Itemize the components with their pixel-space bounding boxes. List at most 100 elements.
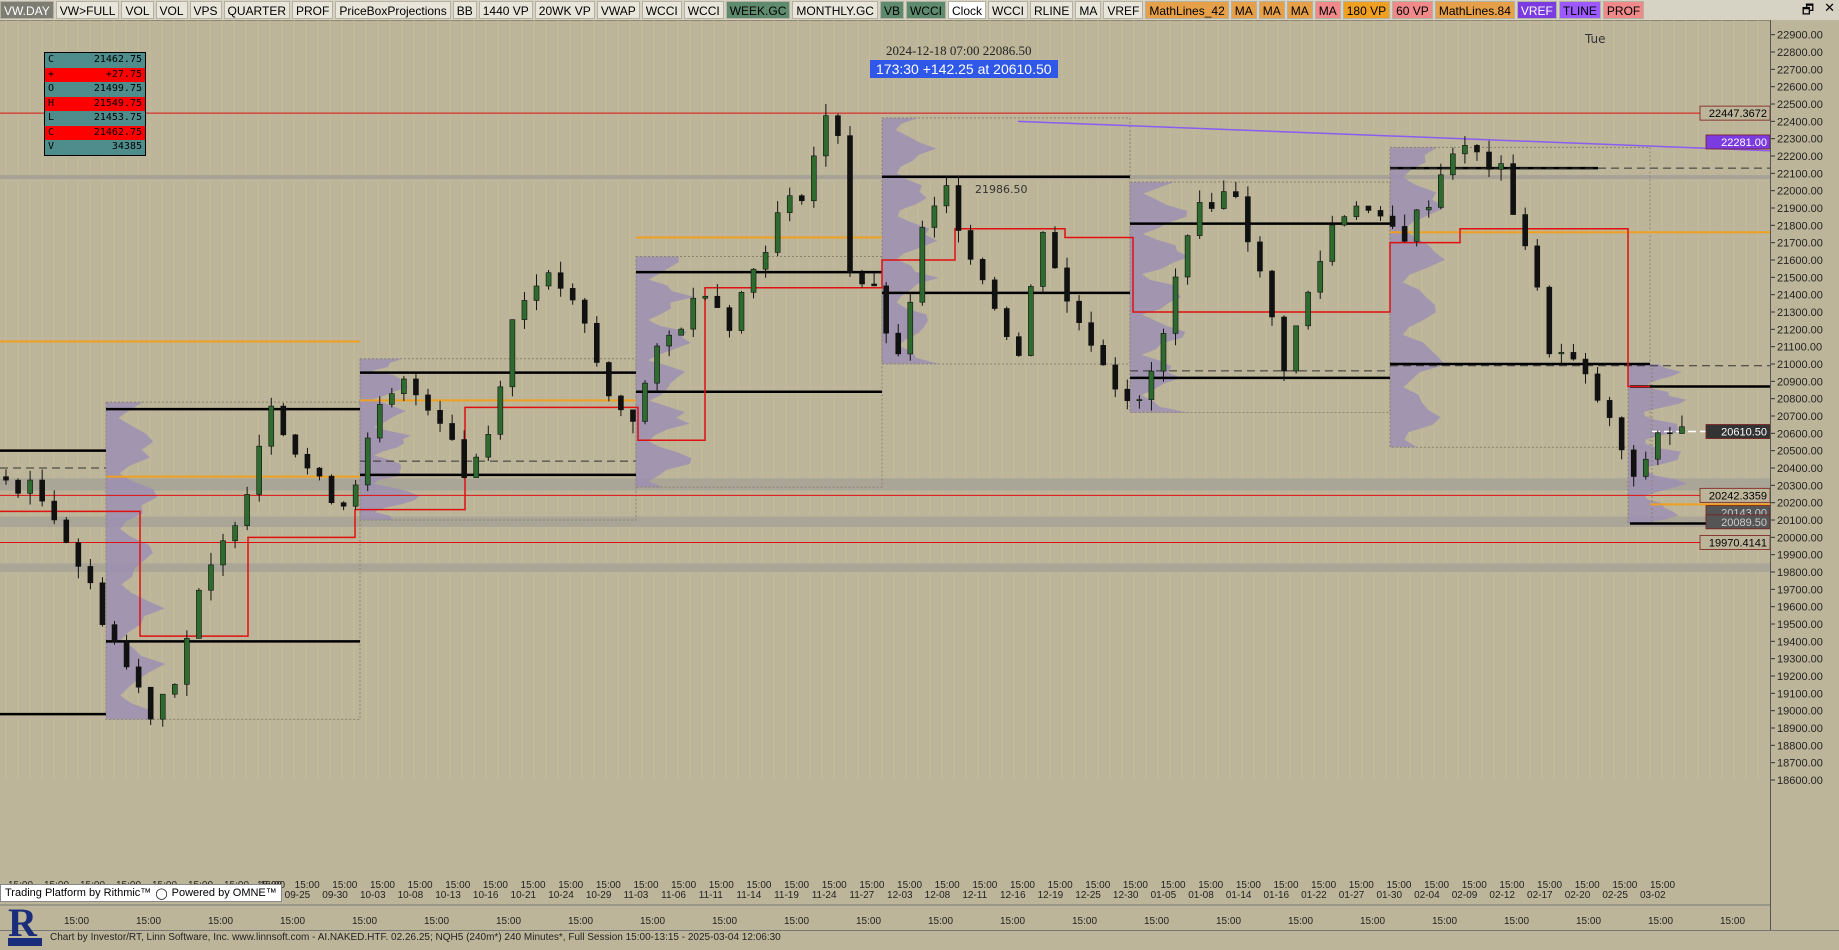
price-tick-label: 21800.00: [1777, 220, 1823, 232]
toolbar-button-ma[interactable]: MA: [1286, 1, 1313, 19]
candle: [811, 155, 817, 202]
toolbar-button-wcci[interactable]: WCCI: [905, 1, 946, 19]
candle: [798, 195, 805, 202]
toolbar-button-wcci[interactable]: WCCI: [641, 1, 682, 19]
time-axis-time: 15:00: [445, 880, 470, 891]
toolbar-button-vol[interactable]: VOL: [121, 1, 154, 19]
candle: [1064, 267, 1070, 302]
toolbar-button-wcci[interactable]: WCCI: [683, 1, 724, 19]
price-tick-label: 22300.00: [1777, 134, 1823, 146]
time-axis-date: 10-08: [398, 890, 424, 901]
price-tag: 22281.00: [1705, 134, 1770, 150]
candle: [1208, 202, 1215, 209]
ohlc-key: +: [48, 68, 55, 80]
toolbar-button-ma[interactable]: MA: [1230, 1, 1257, 19]
ohlc-row: C 21462.75: [45, 125, 145, 140]
price-tick-label: 19300.00: [1777, 654, 1823, 666]
toolbar-button-tline[interactable]: TLINE: [1558, 1, 1601, 19]
time-axis-date: 02-12: [1489, 890, 1515, 901]
time-axis-date: 02-20: [1565, 890, 1591, 901]
toolbar-button-vref[interactable]: VREF: [1103, 1, 1144, 19]
price-tick-label: 20700.00: [1777, 411, 1823, 423]
ohlc-row: C 21462.75: [45, 53, 145, 68]
toolbar-button-ma[interactable]: MA: [1075, 1, 1102, 19]
toolbar-button-vref[interactable]: VREF: [1516, 1, 1557, 19]
candle: [75, 542, 82, 567]
candle: [1015, 336, 1022, 356]
toolbar-button-mathlines-42[interactable]: MathLines_42: [1145, 1, 1229, 19]
inline-price-label: 21986.50: [975, 183, 1028, 196]
chart-status-text: Chart by Investor/RT, Linn Software, Inc…: [50, 932, 781, 943]
toolbar-button-20wk-vp[interactable]: 20WK VP: [534, 1, 595, 19]
toolbar-button-60-vp[interactable]: 60 VP: [1392, 1, 1433, 19]
candle: [678, 328, 685, 336]
time-axis-bottom-time: 15:00: [1144, 916, 1169, 927]
toolbar-button-clock[interactable]: Clock: [947, 1, 986, 19]
time-axis-time: 15:00: [671, 880, 696, 891]
toolbar-button-ma[interactable]: MA: [1314, 1, 1341, 19]
toolbar-button-vw-day[interactable]: VW.DAY: [0, 1, 54, 19]
candle: [738, 292, 745, 331]
candle: [702, 295, 709, 299]
toolbar-button-180-vp[interactable]: 180 VP: [1342, 1, 1391, 19]
toolbar-button-mathlines-84[interactable]: MathLines.84: [1434, 1, 1515, 19]
time-axis-time: 15:00: [1048, 880, 1073, 891]
candle: [630, 409, 636, 422]
toolbar-button-prof[interactable]: PROF: [1602, 1, 1645, 19]
price-tick-label: 19700.00: [1777, 584, 1823, 596]
volume-profiles: [105, 117, 1688, 720]
toolbar-button-vps[interactable]: VPS: [189, 1, 222, 19]
price-tick-label: 22800.00: [1777, 47, 1823, 59]
toolbar-button-bb[interactable]: BB: [452, 1, 477, 19]
candle: [256, 445, 263, 495]
price-tick-label: 19600.00: [1777, 602, 1823, 614]
trend-line: [1017, 120, 1770, 152]
time-axis-time: 15:00: [1236, 880, 1261, 891]
candle: [1317, 261, 1324, 293]
price-chart[interactable]: 21986.50 22447.3672 22281.00 20610.50 20242.…: [0, 20, 1770, 930]
price-tag-label: 20242.3359: [1709, 490, 1767, 502]
candle: [955, 185, 962, 231]
candle: [244, 494, 250, 526]
candle: [1184, 235, 1191, 278]
toolbar-button-quarter[interactable]: QUARTER: [223, 1, 290, 19]
time-axis-time: 15:00: [1349, 880, 1374, 891]
toolbar-button-vol[interactable]: VOL: [155, 1, 188, 19]
candle: [99, 582, 106, 625]
omne-label: Powered by OMNE™: [171, 887, 277, 899]
time-axis-date: 10-21: [511, 890, 537, 901]
toolbar-button-vb[interactable]: VB: [879, 1, 904, 19]
time-axis-bottom-time: 15:00: [352, 916, 377, 927]
price-tag: 20089.50: [1705, 514, 1770, 530]
time-axis-bottom-time: 15:00: [496, 916, 521, 927]
candle: [1052, 232, 1058, 269]
candle: [1389, 215, 1396, 227]
time-axis-bottom-time: 15:00: [568, 916, 593, 927]
toolbar-button-wcci[interactable]: WCCI: [988, 1, 1028, 19]
toolbar-button-monthly-gc[interactable]: MONTHLY.GC: [792, 1, 878, 19]
candle: [1172, 276, 1179, 334]
candle: [1679, 426, 1685, 434]
candle: [726, 307, 733, 331]
price-axis[interactable]: 22900.00 22800.00 22700.00 22600.00 22500.00…: [1770, 20, 1839, 930]
toolbar-button-ma[interactable]: MA: [1258, 1, 1285, 19]
toolbar-button-prof[interactable]: PROF: [291, 1, 334, 19]
toolbar-button-vwap[interactable]: VWAP: [596, 1, 640, 19]
candle: [364, 437, 371, 486]
price-tick-label: 18600.00: [1777, 775, 1823, 787]
time-axis-time: 15:00: [1198, 880, 1223, 891]
time-axis-bottom-time: 15:00: [64, 916, 89, 927]
time-axis-date: 12-16: [1000, 890, 1026, 901]
rithmic-label: Trading Platform by Rithmic™: [5, 887, 152, 899]
toolbar-button-priceboxprojections[interactable]: PriceBoxProjections: [335, 1, 451, 19]
time-axis-date: 02-09: [1452, 890, 1478, 901]
toolbar-button-week-gc[interactable]: WEEK.GC: [725, 1, 791, 19]
candle: [1377, 210, 1384, 217]
time-axis-date: 01-14: [1226, 890, 1252, 901]
toolbar-button-vw-full[interactable]: VW>FULL: [55, 1, 120, 19]
time-axis-time: 15:00: [1386, 880, 1411, 891]
toolbar-button-1440-vp[interactable]: 1440 VP: [478, 1, 533, 19]
candle: [51, 500, 58, 521]
toolbar-button-rline[interactable]: RLINE: [1030, 1, 1074, 19]
candle: [979, 259, 986, 281]
